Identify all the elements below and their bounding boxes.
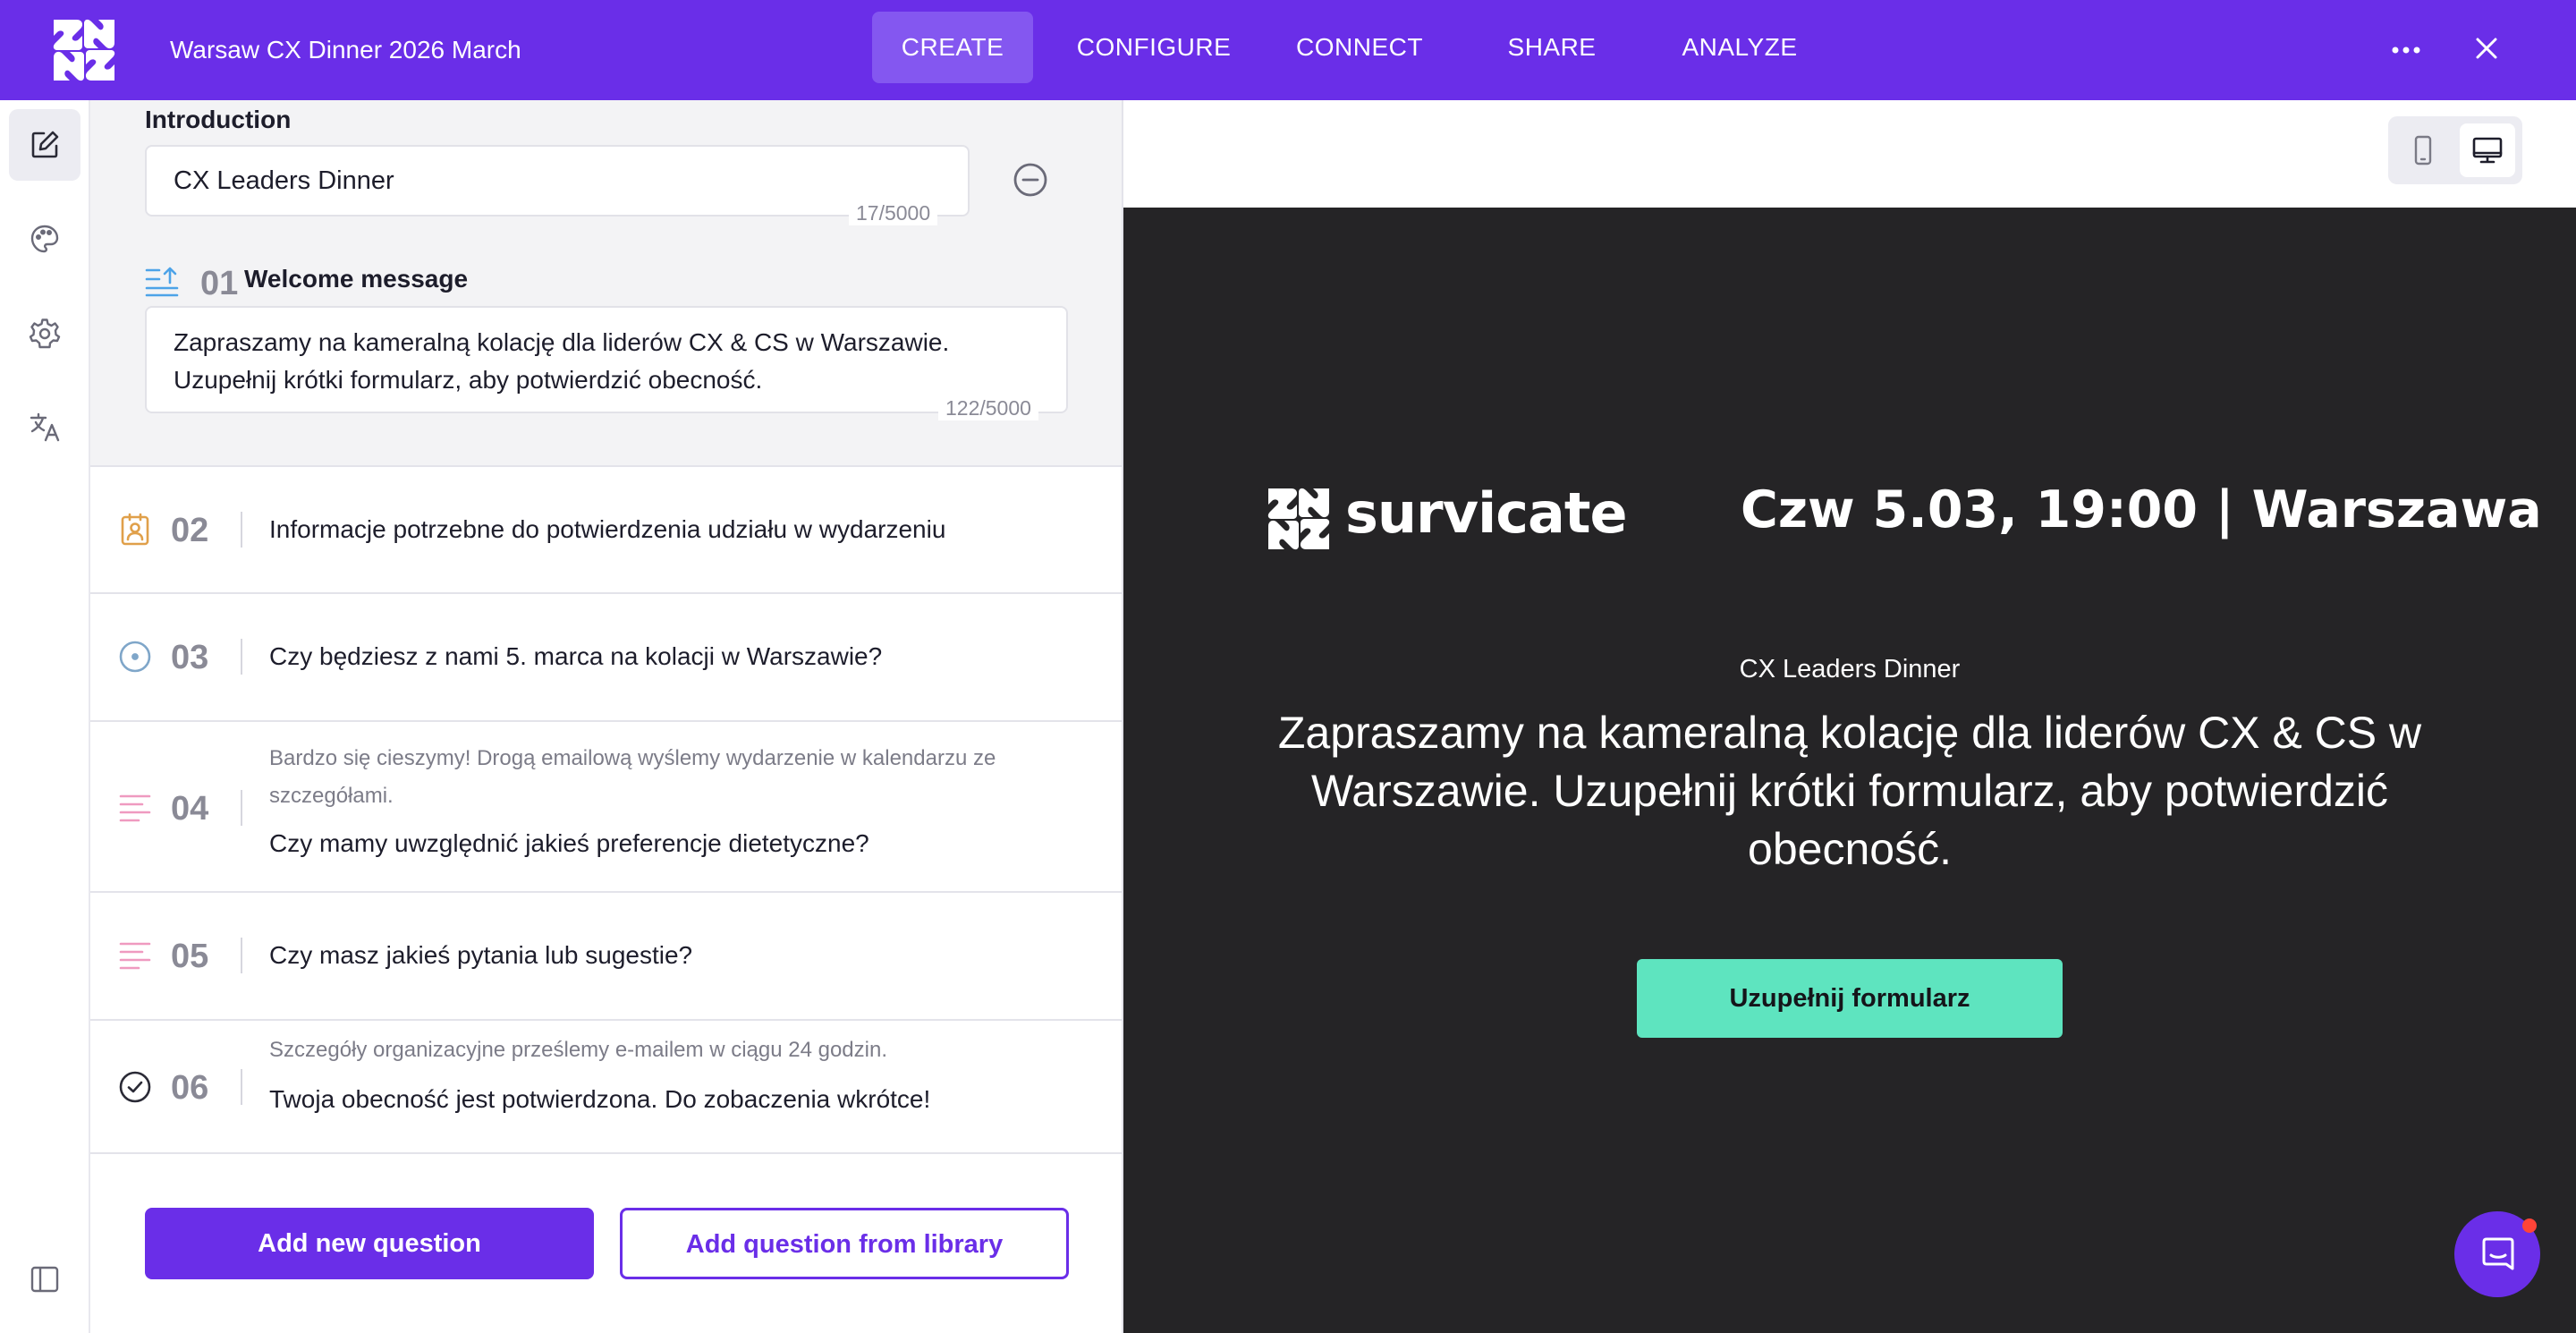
sidebar-item-translations[interactable]	[9, 391, 80, 463]
edit-icon	[31, 131, 59, 158]
welcome-message-char-counter: 122/5000	[938, 395, 1038, 420]
question-row-03[interactable]: 03 Czy będziesz z nami 5. marca na kolac…	[90, 594, 1122, 722]
question-row-02[interactable]: 02 Informacje potrzebne do potwierdzenia…	[90, 467, 1122, 594]
chat-icon	[2482, 1237, 2514, 1270]
tab-create[interactable]: CREATE	[872, 12, 1033, 83]
sidebar-item-design[interactable]	[9, 203, 80, 275]
tab-share[interactable]: SHARE	[1476, 12, 1628, 83]
survey-title[interactable]: Warsaw CX Dinner 2026 March	[170, 0, 521, 100]
tab-analyze[interactable]: ANALYZE	[1664, 12, 1816, 83]
desktop-preview-button[interactable]	[2460, 123, 2515, 177]
preview-introduction: CX Leaders Dinner	[1739, 655, 1961, 683]
tab-configure[interactable]: CONFIGURE	[1069, 12, 1239, 83]
panel-toggle-icon	[30, 1266, 59, 1293]
question-text: Czy będziesz z nami 5. marca na kolacji …	[269, 642, 883, 670]
remove-circle-icon[interactable]	[1012, 161, 1049, 199]
question-separator	[241, 639, 242, 675]
translate-icon	[30, 412, 60, 442]
add-new-question-button[interactable]: Add new question	[145, 1208, 594, 1279]
sidebar-item-collapse[interactable]	[9, 1244, 80, 1315]
question-row-04[interactable]: 04 Bardzo się cieszymy! Drogą emailową w…	[90, 722, 1122, 893]
introduction-label: Introduction	[145, 106, 292, 133]
top-bar: Warsaw CX Dinner 2026 March CREATE CONFI…	[0, 0, 2576, 100]
device-toggle	[2388, 116, 2522, 184]
tab-connect[interactable]: CONNECT	[1279, 12, 1440, 83]
survey-preview: survicate Czw 5.03, 19:00 | Warszawa CX …	[1123, 208, 2576, 1333]
question-description: Bardzo się cieszymy! Drogą emailową wyśl…	[269, 746, 996, 808]
question-text: Czy masz jakieś pytania lub sugestie?	[269, 941, 693, 969]
question-number: 06	[171, 1069, 209, 1107]
survicate-logo-icon	[1267, 488, 1330, 550]
question-separator	[241, 790, 242, 826]
gear-icon	[29, 318, 61, 349]
question-row-06[interactable]: 06 Szczegóły organizacyjne prześlemy e-m…	[90, 1021, 1122, 1154]
question-text: Czy mamy uwzględnić jakieś preferencje d…	[269, 829, 869, 857]
question-separator	[241, 512, 242, 548]
question-number: 03	[171, 639, 209, 676]
close-icon[interactable]	[2469, 30, 2504, 66]
welcome-message-input[interactable]: Zapraszamy na kameralną kolację dla lide…	[145, 306, 1068, 413]
question-text: Informacje potrzebne do potwierdzenia ud…	[269, 515, 946, 543]
fill-form-button[interactable]: Uzupełnij formularz	[1637, 959, 2063, 1038]
mobile-preview-button[interactable]	[2395, 123, 2451, 177]
more-horizontal-icon[interactable]	[2386, 32, 2426, 68]
question-text: Twoja obecność jest potwierdzona. Do zob…	[269, 1085, 931, 1113]
brand-name: survicate	[1345, 480, 1628, 546]
left-sidebar	[0, 100, 90, 1333]
introduction-char-counter: 17/5000	[849, 200, 938, 225]
survicate-logo-icon[interactable]	[50, 16, 118, 84]
question-row-05[interactable]: 05 Czy masz jakieś pytania lub sugestie?	[90, 893, 1122, 1021]
question-number: 05	[171, 938, 209, 975]
mobile-icon	[2414, 135, 2432, 166]
notification-dot	[2522, 1218, 2537, 1233]
text-answer-icon	[119, 794, 151, 822]
add-question-from-library-button[interactable]: Add question from library	[620, 1208, 1069, 1279]
question-separator	[241, 938, 242, 973]
preview-toolbar	[1123, 100, 2576, 208]
single-choice-icon	[119, 641, 151, 673]
preview-welcome-message: Zapraszamy na kameralną kolację dla lide…	[1277, 708, 2422, 874]
check-circle-icon	[119, 1071, 151, 1103]
survey-editor: Introduction CX Leaders Dinner 17/5000 0…	[90, 100, 1123, 1333]
welcome-message-number: 01	[200, 265, 239, 302]
palette-icon	[30, 225, 59, 253]
sidebar-item-edit[interactable]	[9, 109, 80, 181]
question-number: 02	[171, 512, 209, 549]
event-date-heading: Czw 5.03, 19:00 | Warszawa	[1741, 480, 2542, 539]
contact-form-icon	[121, 513, 149, 546]
welcome-screen-editor: Introduction CX Leaders Dinner 17/5000 0…	[90, 100, 1122, 467]
text-answer-icon	[119, 942, 151, 970]
welcome-message-icon	[145, 267, 179, 297]
desktop-icon	[2472, 137, 2503, 164]
question-separator	[241, 1069, 242, 1105]
question-description: Szczegóły organizacyjne prześlemy e-mail…	[269, 1038, 887, 1062]
sidebar-item-settings[interactable]	[9, 297, 80, 369]
welcome-message-title: Welcome message	[244, 265, 469, 293]
introduction-input[interactable]: CX Leaders Dinner	[145, 145, 970, 217]
question-number: 04	[171, 790, 209, 828]
